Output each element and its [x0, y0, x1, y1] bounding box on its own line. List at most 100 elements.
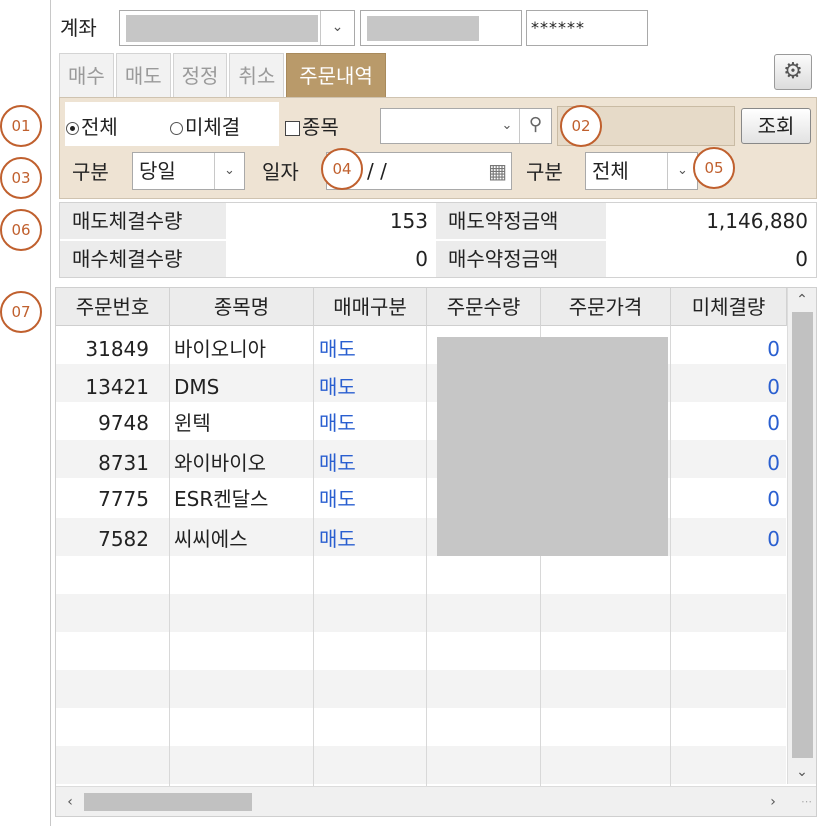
- sell-qty-label: 매도체결수량: [60, 203, 226, 239]
- order-no: 9748: [98, 411, 149, 435]
- row-stripe: [56, 746, 786, 784]
- masked-qty-price: [437, 337, 668, 556]
- unfilled-qty: 0: [767, 451, 780, 475]
- trade-type: 매도: [319, 375, 356, 399]
- tab-buy[interactable]: 매수: [59, 53, 114, 97]
- chevron-down-icon[interactable]: ⌄: [788, 760, 816, 784]
- order-type-value: 전체: [592, 159, 629, 183]
- order-no: 13421: [85, 375, 149, 399]
- stock-code-input[interactable]: ⌄ ⚲: [380, 108, 552, 144]
- col-order-no[interactable]: 주문번호: [56, 288, 170, 326]
- trade-type: 매도: [319, 451, 356, 475]
- callout-07: 07: [0, 291, 42, 333]
- chevron-right-icon[interactable]: ›: [761, 787, 785, 816]
- tab-cancel[interactable]: 취소: [229, 53, 285, 97]
- trade-type: 매도: [319, 337, 356, 361]
- vertical-scrollbar[interactable]: ⌃ ⌄: [787, 288, 816, 784]
- unfilled-qty: 0: [767, 411, 780, 435]
- order-history-table: 주문번호 종목명 매매구분 주문수량 주문가격 미체결량 31849 바이오니아…: [55, 287, 817, 817]
- row-stripe: [56, 594, 786, 632]
- date-value: / /: [367, 159, 387, 183]
- col-stock-name[interactable]: 종목명: [170, 288, 314, 326]
- stock-name: 씨씨에스: [174, 527, 248, 551]
- search-icon[interactable]: ⚲: [519, 109, 551, 143]
- callout-06: 06: [0, 209, 42, 251]
- stock-checkbox-label: 종목: [302, 115, 339, 139]
- unfilled-qty: 0: [767, 487, 780, 511]
- order-no: 7775: [98, 487, 149, 511]
- order-tabs: 매수 매도 정정 취소 주문내역: [59, 53, 388, 97]
- col-order-price[interactable]: 주문가격: [541, 288, 671, 326]
- stock-name: 바이오니아: [174, 337, 266, 361]
- unfilled-qty: 0: [767, 527, 780, 551]
- radio-unfilled[interactable]: 미체결: [170, 111, 240, 140]
- calendar-icon[interactable]: ▦: [488, 159, 507, 183]
- chevron-down-icon[interactable]: ⌄: [214, 153, 244, 189]
- account-label: 계좌: [60, 16, 97, 40]
- checkbox-icon: [285, 121, 300, 136]
- order-no: 8731: [98, 451, 149, 475]
- trade-type: 매도: [319, 411, 356, 435]
- resize-grip-icon[interactable]: ⋯: [801, 795, 812, 808]
- order-no: 31849: [85, 337, 149, 361]
- password-field[interactable]: ******: [526, 10, 648, 46]
- table-row[interactable]: 13421 DMS 매도 0: [56, 368, 786, 406]
- execution-summary: 매도체결수량 153 매도약정금액 1,146,880 매수체결수량 0 매수약…: [59, 202, 817, 278]
- account-select[interactable]: ⌄: [119, 10, 355, 46]
- stock-name: 윈텍: [174, 411, 211, 435]
- tab-sell[interactable]: 매도: [115, 53, 171, 97]
- trade-type: 매도: [319, 527, 356, 551]
- table-row[interactable]: 7775 ESR켄달스 매도 0: [56, 480, 786, 518]
- unfilled-qty: 0: [767, 375, 780, 399]
- query-button[interactable]: 조회: [741, 108, 811, 144]
- chevron-down-icon[interactable]: ⌄: [320, 11, 354, 45]
- type-label: 구분: [72, 160, 109, 184]
- radio-all-label: 전체: [81, 115, 118, 139]
- period-value: 당일: [139, 159, 176, 183]
- period-select[interactable]: 당일 ⌄: [132, 152, 245, 190]
- date-label: 일자: [262, 160, 299, 184]
- callout-03: 03: [0, 157, 42, 199]
- trade-type: 매도: [319, 487, 356, 511]
- radio-checked-icon: [66, 122, 79, 135]
- col-trade-type[interactable]: 매매구분: [314, 288, 427, 326]
- masked-account-name: [367, 16, 479, 41]
- table-row[interactable]: 8731 와이바이오 매도 0: [56, 444, 786, 482]
- callout-05: 05: [693, 147, 735, 189]
- scroll-thumb[interactable]: [84, 793, 252, 811]
- order-type-select[interactable]: 전체 ⌄: [585, 152, 698, 190]
- sell-amount-value: 1,146,880: [706, 209, 808, 233]
- stock-checkbox[interactable]: 종목: [285, 111, 339, 140]
- stock-name: 와이바이오: [174, 451, 266, 475]
- radio-all[interactable]: 전체: [66, 111, 118, 140]
- sell-amount-label: 매도약정금액: [436, 203, 606, 239]
- table-row[interactable]: 9748 윈텍 매도 0: [56, 404, 786, 442]
- chevron-up-icon[interactable]: ⌃: [788, 288, 816, 312]
- account-name-field: [360, 10, 522, 46]
- stock-name: ESR켄달스: [174, 487, 269, 511]
- type2-label: 구분: [526, 160, 563, 184]
- radio-unchecked-icon: [170, 122, 183, 135]
- tab-order-history[interactable]: 주문내역: [286, 53, 386, 97]
- table-header: 주문번호 종목명 매매구분 주문수량 주문가격 미체결량: [56, 288, 787, 326]
- scroll-thumb[interactable]: [792, 312, 813, 758]
- table-row[interactable]: 7582 씨씨에스 매도 0: [56, 520, 786, 558]
- stock-name: DMS: [174, 375, 220, 399]
- chevron-left-icon[interactable]: ‹: [58, 787, 82, 816]
- col-order-qty[interactable]: 주문수량: [427, 288, 541, 326]
- horizontal-scrollbar[interactable]: ‹ › ⋯: [56, 786, 816, 816]
- col-unfilled-qty[interactable]: 미체결량: [671, 288, 787, 326]
- tab-modify[interactable]: 정정: [172, 53, 228, 97]
- order-no: 7582: [98, 527, 149, 551]
- buy-qty-label: 매수체결수량: [60, 241, 226, 277]
- buy-amount-value: 0: [795, 247, 808, 271]
- table-row[interactable]: 31849 바이오니아 매도 0: [56, 330, 786, 368]
- gear-icon[interactable]: ⚙: [774, 54, 812, 90]
- callout-02: 02: [560, 105, 602, 147]
- buy-amount-label: 매수약정금액: [436, 241, 606, 277]
- buy-qty-value: 0: [415, 247, 428, 271]
- chevron-down-icon[interactable]: ⌄: [494, 109, 520, 143]
- unfilled-qty: 0: [767, 337, 780, 361]
- callout-04: 04: [321, 148, 363, 190]
- masked-account-number: [126, 15, 318, 42]
